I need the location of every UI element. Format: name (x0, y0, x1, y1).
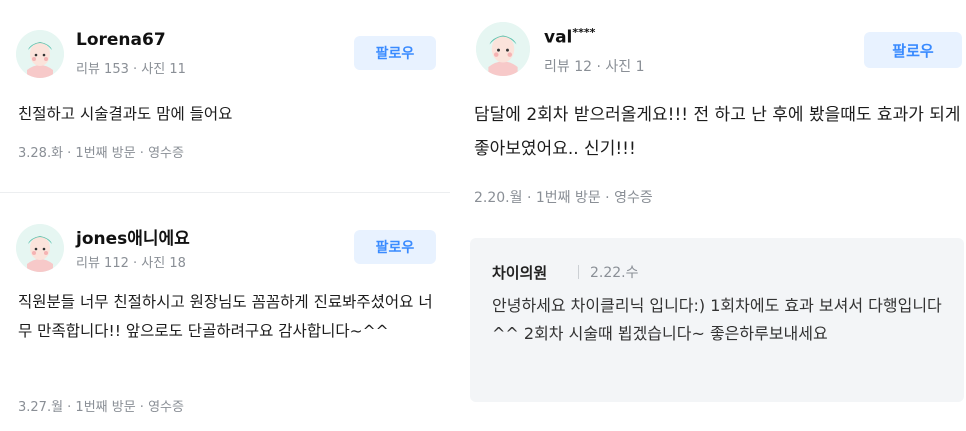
reply-separator (578, 265, 579, 279)
avatar[interactable] (476, 22, 530, 76)
visit-info: 3.28.화 · 1번째 방문 · 영수증 (18, 146, 184, 161)
right-review-column: val**** 리뷰 12 · 사진 1 팔로우 담달에 2회차 받으러올게요!… (468, 0, 966, 431)
reviewer-name-text: val (544, 27, 573, 48)
divider (0, 192, 450, 193)
reply-owner-name: 차이의원 (492, 264, 548, 282)
reviewer-name[interactable]: val**** (544, 26, 595, 48)
visit-info: 3.27.월 · 1번째 방문 · 영수증 (18, 400, 184, 415)
avatar[interactable] (16, 30, 64, 78)
follow-button[interactable]: 팔로우 (354, 230, 436, 264)
reviewer-stats: 리뷰 12 · 사진 1 (544, 59, 645, 75)
reply-text: 안녕하세요 차이클리닉 입니다:) 1회차에도 효과 보셔서 다행입니다^^ 2… (492, 296, 942, 343)
follow-button[interactable]: 팔로우 (354, 36, 436, 70)
reviewer-name[interactable]: jones애니에요 (76, 224, 190, 249)
reply-date: 2.22.수 (590, 265, 639, 281)
reviewer-name-mask: **** (572, 26, 596, 39)
review-text: 담달에 2회차 받으러올게요!!! 전 하고 난 후에 봤을때도 효과가 되게 … (474, 105, 961, 159)
follow-button[interactable]: 팔로우 (864, 32, 962, 68)
review-text: 친절하고 시술결과도 맘에 들어요 (18, 105, 233, 123)
profile-avatar-icon (16, 30, 64, 78)
profile-avatar-icon (16, 224, 64, 272)
owner-reply: 차이의원 2.22.수 안녕하세요 차이클리닉 입니다:) 1회차에도 효과 보… (470, 238, 964, 402)
reviewer-stats: 리뷰 112 · 사진 18 (76, 256, 186, 271)
reviewer-name[interactable]: Lorena67 (76, 30, 166, 50)
avatar[interactable] (16, 224, 64, 272)
review-text: 직원분들 너무 친절하시고 원장님도 꼼꼼하게 진료봐주셨어요 너무 만족합니다… (18, 293, 433, 340)
visit-info: 2.20.월 · 1번째 방문 · 영수증 (474, 190, 653, 206)
reviewer-stats: 리뷰 153 · 사진 11 (76, 62, 186, 77)
profile-avatar-icon (476, 22, 530, 76)
left-review-column: Lorena67 리뷰 153 · 사진 11 팔로우 친절하고 시술결과도 맘… (0, 0, 450, 431)
